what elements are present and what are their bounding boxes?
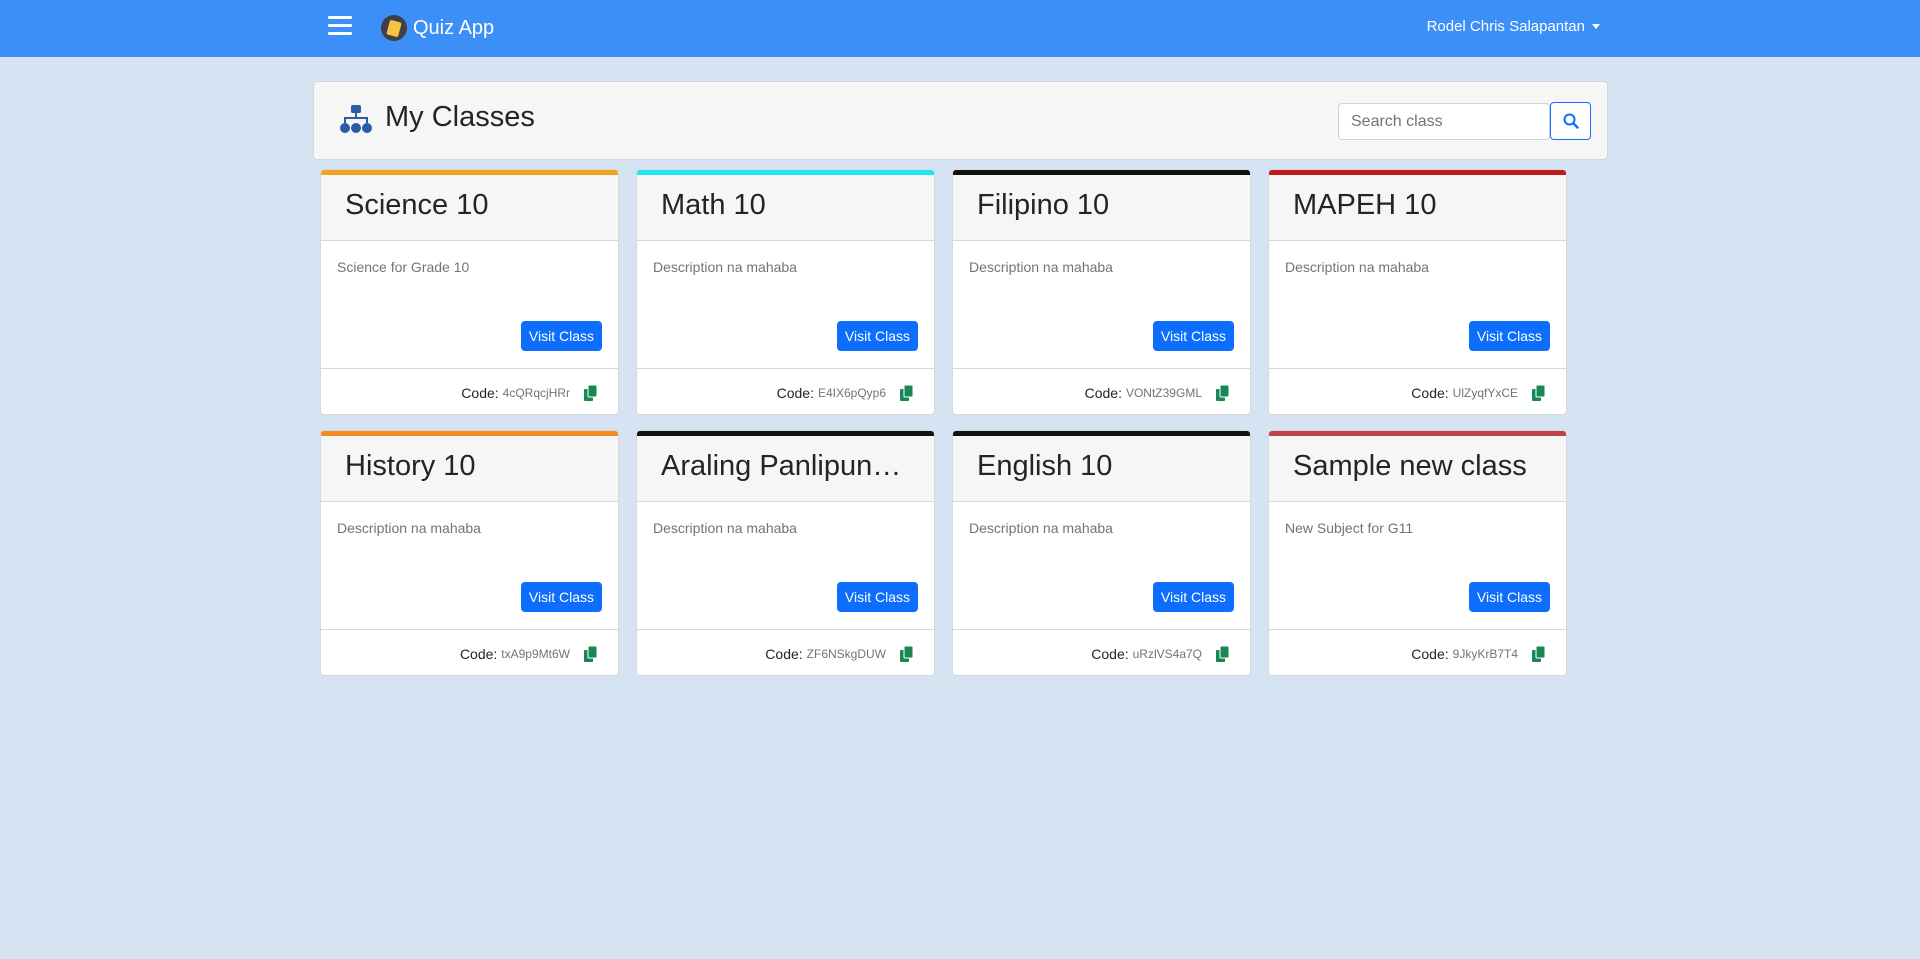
copy-icon[interactable] — [1216, 384, 1230, 401]
copy-icon[interactable] — [1216, 645, 1230, 662]
code-label: Code: — [1084, 384, 1122, 401]
class-card: MAPEH 10 Description na mahaba Visit Cla… — [1268, 169, 1567, 415]
class-code: VONtZ39GML — [1125, 385, 1202, 400]
card-body: Description na mahaba Visit Class — [321, 502, 618, 629]
class-card: Sample new class New Subject for G11 Vis… — [1268, 430, 1567, 676]
class-card: Math 10 Description na mahaba Visit Clas… — [636, 169, 935, 415]
card-footer: Code: ZF6NSkgDUW — [637, 629, 934, 675]
class-cards-grid: Science 10 Science for Grade 10 Visit Cl… — [320, 169, 1567, 676]
card-footer: Code: E4IX6pQyp6 — [637, 368, 934, 414]
card-footer: Code: UlZyqfYxCE — [1269, 368, 1566, 414]
class-title: English 10 — [977, 450, 1113, 482]
brand[interactable]: Quiz App — [381, 15, 494, 41]
card-header: Sample new class — [1269, 436, 1566, 502]
class-code: ZF6NSkgDUW — [806, 646, 886, 661]
class-title: Math 10 — [661, 189, 766, 221]
class-code: 4cQRqcjHRr — [502, 385, 570, 400]
visit-class-button[interactable]: Visit Class — [836, 582, 918, 612]
app-name: Quiz App — [413, 16, 495, 39]
card-footer: Code: txA9p9Mt6W — [321, 629, 618, 675]
class-card: English 10 Description na mahaba Visit C… — [952, 430, 1251, 676]
code-label: Code: — [1411, 384, 1449, 401]
class-description: New Subject for G11 — [1285, 520, 1414, 536]
visit-class-button[interactable]: Visit Class — [520, 321, 602, 351]
card-header: MAPEH 10 — [1269, 175, 1566, 241]
page-title: My Classes — [385, 101, 535, 133]
class-code: 9JkyKrB7T4 — [1452, 646, 1518, 661]
top-navbar: Quiz App Rodel Chris Salapantan — [0, 0, 1920, 57]
class-code: UlZyqfYxCE — [1452, 385, 1518, 400]
code-label: Code: — [765, 645, 803, 662]
class-description: Description na mahaba — [969, 520, 1113, 536]
card-body: New Subject for G11 Visit Class — [1269, 502, 1566, 629]
code-label: Code: — [776, 384, 814, 401]
card-header: Science 10 — [321, 175, 618, 241]
code-label: Code: — [1411, 645, 1449, 662]
copy-icon[interactable] — [1532, 645, 1546, 662]
class-description: Description na mahaba — [653, 520, 797, 536]
classes-header-panel: My Classes — [313, 81, 1608, 160]
visit-class-button[interactable]: Visit Class — [1468, 321, 1550, 351]
card-body: Description na mahaba Visit Class — [953, 502, 1250, 629]
card-body: Description na mahaba Visit Class — [953, 241, 1250, 368]
card-body: Description na mahaba Visit Class — [637, 241, 934, 368]
visit-class-button[interactable]: Visit Class — [1152, 321, 1234, 351]
class-card: History 10 Description na mahaba Visit C… — [320, 430, 619, 676]
class-code: uRzlVS4a7Q — [1132, 646, 1202, 661]
card-header: Araling Panlipunan 10 — [637, 436, 934, 502]
class-description: Description na mahaba — [969, 259, 1113, 275]
class-code: txA9p9Mt6W — [501, 646, 570, 661]
class-code: E4IX6pQyp6 — [817, 385, 886, 400]
user-name: Rodel Chris Salapantan — [1426, 18, 1585, 35]
class-description: Science for Grade 10 — [337, 259, 470, 275]
card-header: English 10 — [953, 436, 1250, 502]
copy-icon[interactable] — [584, 384, 598, 401]
search-button[interactable] — [1550, 102, 1591, 140]
class-title: Araling Panlipunan 10 — [661, 450, 910, 482]
copy-icon[interactable] — [584, 645, 598, 662]
card-header: Math 10 — [637, 175, 934, 241]
hamburger-menu-icon[interactable] — [328, 16, 352, 40]
card-body: Description na mahaba Visit Class — [637, 502, 934, 629]
visit-class-button[interactable]: Visit Class — [1152, 582, 1234, 612]
user-menu-dropdown[interactable]: Rodel Chris Salapantan — [1427, 18, 1600, 35]
card-header: Filipino 10 — [953, 175, 1250, 241]
caret-down-icon — [1592, 24, 1600, 29]
class-card: Filipino 10 Description na mahaba Visit … — [952, 169, 1251, 415]
class-title: Sample new class — [1293, 450, 1527, 482]
class-title: Filipino 10 — [977, 189, 1110, 221]
code-label: Code: — [1091, 645, 1129, 662]
code-label: Code: — [459, 645, 498, 662]
code-label: Code: — [461, 384, 499, 401]
class-title: History 10 — [345, 450, 476, 482]
class-card: Araling Panlipunan 10 Description na mah… — [636, 430, 935, 676]
card-footer: Code: VONtZ39GML — [953, 368, 1250, 414]
card-footer: Code: 9JkyKrB7T4 — [1269, 629, 1566, 675]
copy-icon[interactable] — [1532, 384, 1546, 401]
card-footer: Code: 4cQRqcjHRr — [321, 368, 618, 414]
copy-icon[interactable] — [900, 384, 914, 401]
card-body: Science for Grade 10 Visit Class — [321, 241, 618, 368]
card-header: History 10 — [321, 436, 618, 502]
card-footer: Code: uRzlVS4a7Q — [953, 629, 1250, 675]
class-title: MAPEH 10 — [1293, 189, 1437, 221]
search-class-input[interactable] — [1338, 103, 1550, 140]
visit-class-button[interactable]: Visit Class — [836, 321, 918, 351]
class-description: Description na mahaba — [337, 520, 481, 536]
class-description: Description na mahaba — [1285, 259, 1429, 275]
quiz-logo-icon — [381, 15, 407, 41]
search-icon — [1563, 113, 1579, 129]
copy-icon[interactable] — [900, 645, 914, 662]
visit-class-button[interactable]: Visit Class — [520, 582, 602, 612]
class-title: Science 10 — [345, 189, 489, 221]
visit-class-button[interactable]: Visit Class — [1468, 582, 1550, 612]
class-description: Description na mahaba — [653, 259, 797, 275]
card-body: Description na mahaba Visit Class — [1269, 241, 1566, 368]
class-card: Science 10 Science for Grade 10 Visit Cl… — [320, 169, 619, 415]
sitemap-icon — [340, 105, 372, 138]
